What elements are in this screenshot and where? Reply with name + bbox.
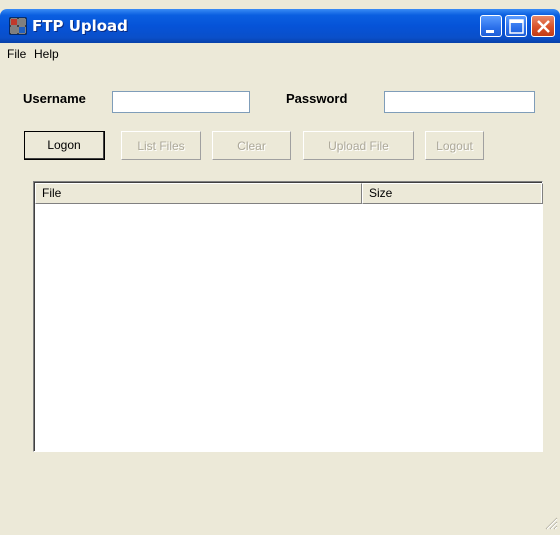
clear-button[interactable]: Clear (212, 131, 291, 160)
maximize-icon (509, 19, 524, 34)
username-label: Username (23, 91, 86, 106)
file-list-view[interactable]: File Size (33, 181, 543, 452)
logon-button[interactable]: Logon (24, 131, 105, 160)
resize-grip-icon[interactable] (544, 516, 558, 533)
username-input[interactable] (113, 92, 249, 112)
menu-help[interactable]: Help (34, 47, 59, 61)
ftp-app-icon[interactable] (9, 17, 27, 35)
minimize-icon (486, 30, 494, 33)
upload-file-button[interactable]: Upload File (303, 131, 414, 160)
window-title: FTP Upload (32, 17, 128, 35)
close-icon (537, 20, 550, 33)
list-files-button[interactable]: List Files (121, 131, 201, 160)
username-field[interactable] (112, 91, 250, 113)
maximize-button[interactable] (505, 15, 527, 37)
menu-bar: File Help (0, 43, 560, 64)
password-field[interactable] (384, 91, 535, 113)
ftp-upload-window: FTP Upload File Help Username Password L… (0, 0, 560, 535)
column-header-size[interactable]: Size (362, 183, 543, 204)
column-header-file[interactable]: File (35, 183, 362, 204)
logout-button[interactable]: Logout (425, 131, 484, 160)
password-input[interactable] (385, 92, 534, 112)
file-list-header: File Size (35, 183, 543, 204)
title-bar[interactable]: FTP Upload (0, 9, 560, 43)
close-button[interactable] (531, 15, 555, 37)
password-label: Password (286, 91, 348, 106)
menu-file[interactable]: File (7, 47, 26, 61)
minimize-button[interactable] (480, 15, 502, 37)
